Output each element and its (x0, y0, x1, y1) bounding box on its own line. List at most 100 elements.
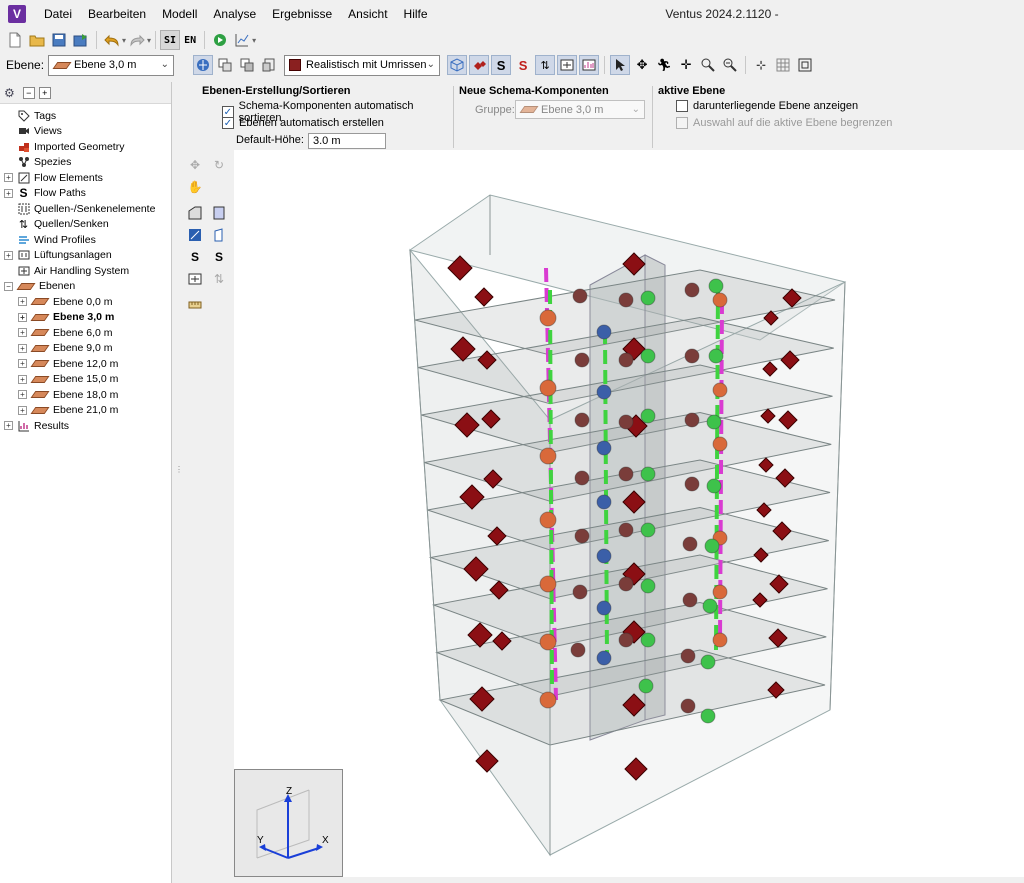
walk-icon[interactable]: 🏃︎ (654, 55, 674, 75)
hand-tool-icon[interactable]: ✋ (186, 178, 204, 196)
expand-icon[interactable]: + (18, 390, 27, 400)
menu-modell[interactable]: Modell (154, 0, 205, 28)
paste-layer-icon[interactable] (259, 55, 279, 75)
expand-icon[interactable]: + (4, 188, 13, 198)
expand-icon[interactable]: + (18, 374, 27, 384)
expand-icon[interactable]: + (4, 173, 13, 183)
redo-icon[interactable] (127, 30, 147, 50)
si-units-button[interactable]: SI (160, 30, 181, 50)
view-globe-icon[interactable] (193, 55, 214, 75)
tree-level-0[interactable]: + Ebene 0,0 m (0, 294, 171, 310)
auto-create-checkbox[interactable]: ✓ Ebenen automatisch erstellen (222, 117, 384, 129)
level-select[interactable]: Ebene 3,0 m ⌄ (48, 54, 175, 76)
expand-icon[interactable]: + (18, 343, 27, 353)
view-mode-select[interactable]: Realistisch mit Umrissen ⌄ (284, 54, 441, 76)
tree-item-views[interactable]: Views (0, 124, 171, 140)
tree-level-1-active[interactable]: + Ebene 3,0 m (0, 310, 171, 326)
copy-view-icon[interactable] (215, 55, 235, 75)
building-3d-model[interactable] (234, 150, 1024, 877)
orbit-icon[interactable]: ✥ (632, 55, 652, 75)
tree-item-imported-geometry[interactable]: Imported Geometry (0, 139, 171, 155)
collapse-all-button[interactable]: − (22, 86, 35, 99)
wireframe-icon[interactable] (447, 55, 468, 75)
tree-item-wind-profiles[interactable]: Wind Profiles (0, 232, 171, 248)
chart-dropdown-icon[interactable]: ▾ (252, 36, 256, 45)
menu-datei[interactable]: Datei (36, 0, 80, 28)
zoom-icon[interactable] (698, 55, 718, 75)
tree-item-air-handling[interactable]: Air Handling System (0, 263, 171, 279)
open-folder-icon[interactable] (27, 30, 47, 50)
default-height-input[interactable]: 3.0 m (308, 133, 386, 149)
expand-icon[interactable]: + (4, 250, 13, 260)
grid-icon[interactable] (773, 55, 793, 75)
expand-icon[interactable]: + (18, 328, 27, 338)
draw-door-icon[interactable] (210, 226, 228, 244)
menu-analyse[interactable]: Analyse (205, 0, 264, 28)
tree-level-6[interactable]: + Ebene 18,0 m (0, 387, 171, 403)
flow-path-toggle-icon[interactable]: S (491, 55, 512, 75)
source-sink-tool-icon[interactable]: ⇅ (210, 270, 228, 288)
tree-item-flow-elements[interactable]: + Flow Elements (0, 170, 171, 186)
zone-node-green (638, 678, 654, 694)
splitter-handle[interactable]: ⋮ (175, 465, 183, 474)
source-sink-toggle-icon[interactable]: ⇅ (535, 55, 556, 75)
expand-icon[interactable]: + (18, 405, 27, 415)
zone-node (572, 288, 588, 304)
draw-slab-icon[interactable] (186, 226, 204, 244)
tree-item-source-sink-elements[interactable]: Quellen-/Senkenelemente (0, 201, 171, 217)
tree-level-2[interactable]: + Ebene 6,0 m (0, 325, 171, 341)
tree-item-levels[interactable]: − Ebenen (0, 279, 171, 295)
tree-level-5[interactable]: + Ebene 15,0 m (0, 372, 171, 388)
expand-icon[interactable]: + (18, 297, 27, 307)
copy-layer-icon[interactable] (237, 55, 257, 75)
select-pointer-icon[interactable] (610, 55, 631, 75)
menu-ansicht[interactable]: Ansicht (340, 0, 395, 28)
tree-item-tags[interactable]: Tags (0, 108, 171, 124)
move-icon[interactable]: ⊹ (751, 55, 771, 75)
rotate-tool-icon[interactable]: ↻ (210, 156, 228, 174)
ahs-tool-icon[interactable] (186, 270, 204, 288)
menu-ergebnisse[interactable]: Ergebnisse (264, 0, 340, 28)
tree-item-flow-paths[interactable]: + S Flow Paths (0, 186, 171, 202)
tree-settings-icon[interactable]: ⚙ (4, 86, 15, 100)
ruler-tool-icon[interactable] (186, 296, 204, 314)
objects-icon[interactable] (469, 55, 490, 75)
flow-path-tool-icon[interactable]: S (186, 248, 204, 266)
draw-room-icon[interactable] (210, 204, 228, 222)
pan-icon[interactable]: ✛ (676, 55, 696, 75)
flow-path-tool-2-icon[interactable]: S (210, 248, 228, 266)
menu-bearbeiten[interactable]: Bearbeiten (80, 0, 154, 28)
en-units-button[interactable]: EN (180, 30, 200, 50)
expand-icon[interactable]: + (18, 312, 27, 322)
save-as-icon[interactable] (71, 30, 91, 50)
redo-dropdown-icon[interactable]: ▾ (147, 36, 151, 45)
tree-level-4[interactable]: + Ebene 12,0 m (0, 356, 171, 372)
tree-item-results[interactable]: + Results (0, 418, 171, 434)
move-tool-icon[interactable]: ✥ (186, 156, 204, 174)
zoom-window-icon[interactable] (720, 55, 740, 75)
expand-icon[interactable]: + (18, 359, 27, 369)
tree-item-source-sinks[interactable]: ⇅ Quellen/Senken (0, 217, 171, 233)
save-icon[interactable] (49, 30, 69, 50)
axes-orientation-widget[interactable]: Z X Y (234, 769, 343, 877)
flow-path-red-icon[interactable]: S (513, 55, 533, 75)
tree-level-3[interactable]: + Ebene 9,0 m (0, 341, 171, 357)
expand-all-button[interactable]: + (38, 86, 51, 99)
tree-level-7[interactable]: + Ebene 21,0 m (0, 403, 171, 419)
draw-wall-icon[interactable] (186, 204, 204, 222)
expand-icon[interactable]: + (4, 421, 13, 431)
fit-view-icon[interactable] (795, 55, 815, 75)
3d-viewport[interactable] (234, 150, 1024, 877)
run-simulation-icon[interactable] (210, 30, 230, 50)
chart-icon[interactable] (232, 30, 252, 50)
undo-icon[interactable] (102, 30, 122, 50)
show-below-checkbox[interactable]: darunterliegende Ebene anzeigen (676, 100, 858, 112)
new-file-icon[interactable] (5, 30, 25, 50)
ahs-toggle-icon[interactable] (557, 55, 578, 75)
tree-item-spezies[interactable]: Spezies (0, 155, 171, 171)
collapse-icon[interactable]: − (4, 281, 13, 291)
menu-hilfe[interactable]: Hilfe (396, 0, 436, 28)
undo-dropdown-icon[interactable]: ▾ (122, 36, 126, 45)
results-toggle-icon[interactable] (579, 55, 600, 75)
tree-item-ventilation[interactable]: + Lüftungsanlagen (0, 248, 171, 264)
